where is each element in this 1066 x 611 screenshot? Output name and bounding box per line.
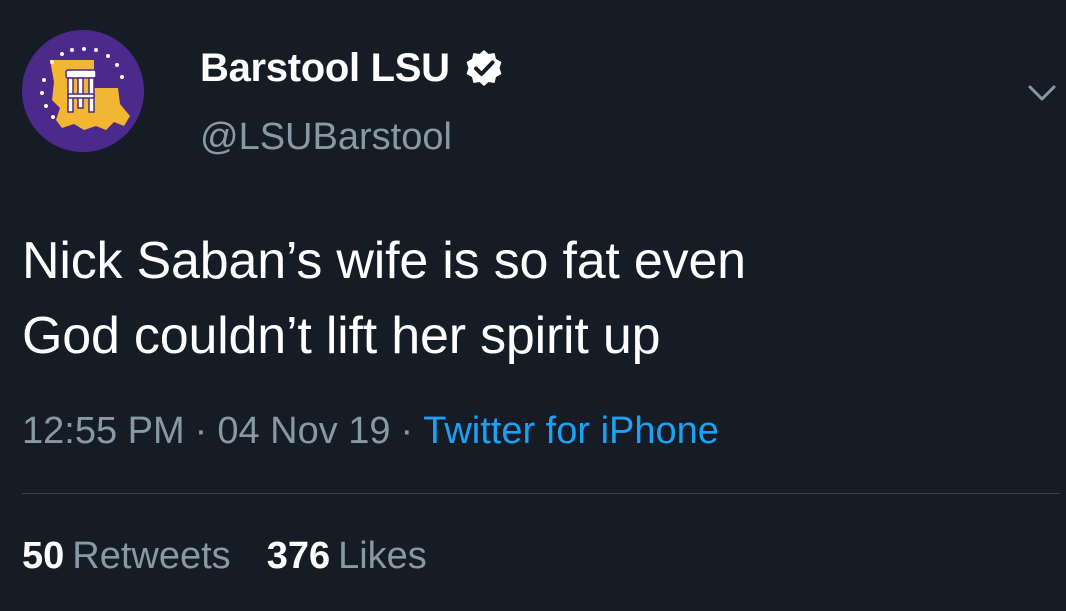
likes-count: 376 <box>266 535 331 577</box>
author-handle[interactable]: @LSUBarstool <box>200 114 452 160</box>
tweet-text: Nick Saban’s wife is so fat even God cou… <box>22 224 1042 374</box>
likes-stat[interactable]: 376 Likes <box>267 533 427 579</box>
avatar[interactable] <box>22 30 144 152</box>
barstool-lsu-logo-icon <box>22 30 144 152</box>
retweets-label: Retweets <box>72 535 231 577</box>
tweet-source-link[interactable]: Twitter for iPhone <box>423 410 719 452</box>
tweet-time[interactable]: 12:55 PM <box>22 410 185 452</box>
verified-badge-icon <box>466 50 502 86</box>
tweet-date[interactable]: 04 Nov 19 <box>217 410 390 452</box>
tweet-meta: 12:55 PM · 04 Nov 19 · Twitter for iPhone <box>22 408 719 454</box>
author-name-row[interactable]: Barstool LSU <box>200 44 504 92</box>
likes-label: Likes <box>338 535 427 577</box>
retweets-stat[interactable]: 50 Retweets <box>22 533 231 579</box>
chevron-down-icon[interactable] <box>1026 82 1058 104</box>
tweet-stats: 50 Retweets 376 Likes <box>22 533 427 579</box>
divider <box>22 493 1060 494</box>
tweet-card: Barstool LSU @LSUBarstool Nick Saban’s w… <box>0 0 1066 611</box>
meta-separator: · <box>194 410 208 452</box>
author-display-name[interactable]: Barstool LSU <box>200 44 450 92</box>
retweets-count: 50 <box>22 535 65 577</box>
tweet-text-line: Nick Saban’s wife is so fat even <box>22 232 746 290</box>
meta-separator: · <box>400 410 414 452</box>
tweet-text-line: God couldn’t lift her spirit up <box>22 307 661 365</box>
